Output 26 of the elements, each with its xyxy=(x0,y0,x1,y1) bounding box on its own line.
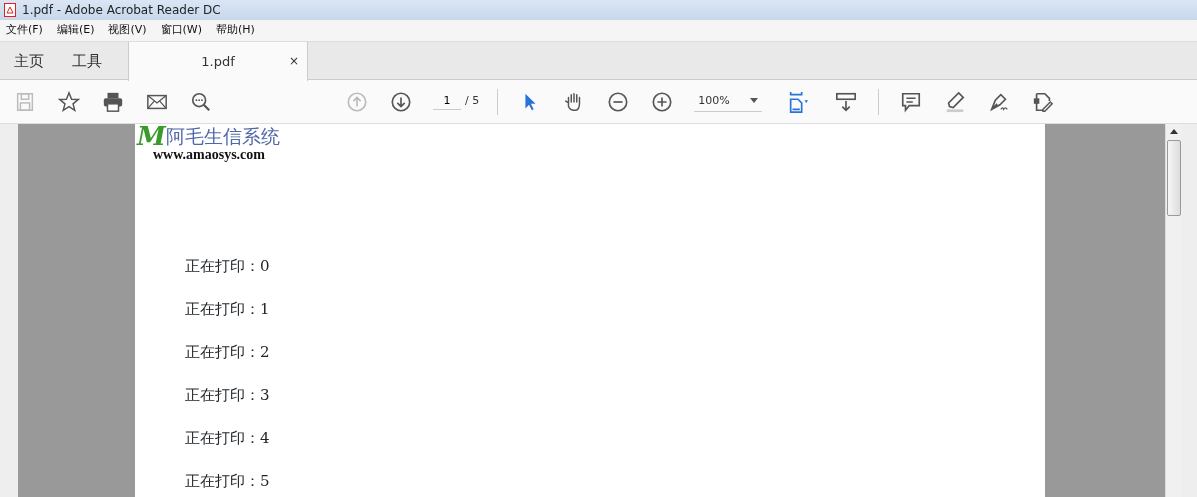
tab[interactable]: 1.pdf × xyxy=(128,42,308,81)
close-icon[interactable]: × xyxy=(288,52,299,70)
menu-item[interactable]: 文件(F) xyxy=(6,22,43,39)
menu-item[interactable]: 窗口(W) xyxy=(160,22,203,39)
document-text: 正在打印：5 xyxy=(185,471,270,491)
page-number-field[interactable]: 1 xyxy=(433,92,461,111)
window-title: 1.pdf - Adobe Acrobat Reader DC xyxy=(22,2,221,19)
tab[interactable]: 工具 xyxy=(58,42,116,80)
document-text: 正在打印：0 xyxy=(185,256,270,276)
zoom-dropdown[interactable]: 100% xyxy=(694,90,763,113)
document-text: 正在打印：4 xyxy=(185,428,270,448)
document-text: 正在打印：3 xyxy=(185,385,270,405)
pdf-file-icon xyxy=(4,3,16,17)
scrollbar-thumb[interactable] xyxy=(1167,140,1181,216)
logo-mark: M xyxy=(137,124,166,148)
menu-item[interactable]: 帮助(H) xyxy=(216,22,255,39)
tab[interactable]: 主页 xyxy=(0,42,58,80)
menu-item[interactable]: 视图(V) xyxy=(108,22,147,39)
document-text: 正在打印：1 xyxy=(185,299,270,319)
scroll-up-icon[interactable] xyxy=(1170,129,1178,134)
caret-icon[interactable] xyxy=(750,97,759,103)
page-total: / 5 xyxy=(465,93,480,110)
document-text: 正在打印：2 xyxy=(185,342,270,362)
star-icon[interactable] xyxy=(57,89,81,114)
logo-url: www.amaosys.com xyxy=(153,148,266,162)
menu-item[interactable]: 编辑(E) xyxy=(56,22,95,39)
